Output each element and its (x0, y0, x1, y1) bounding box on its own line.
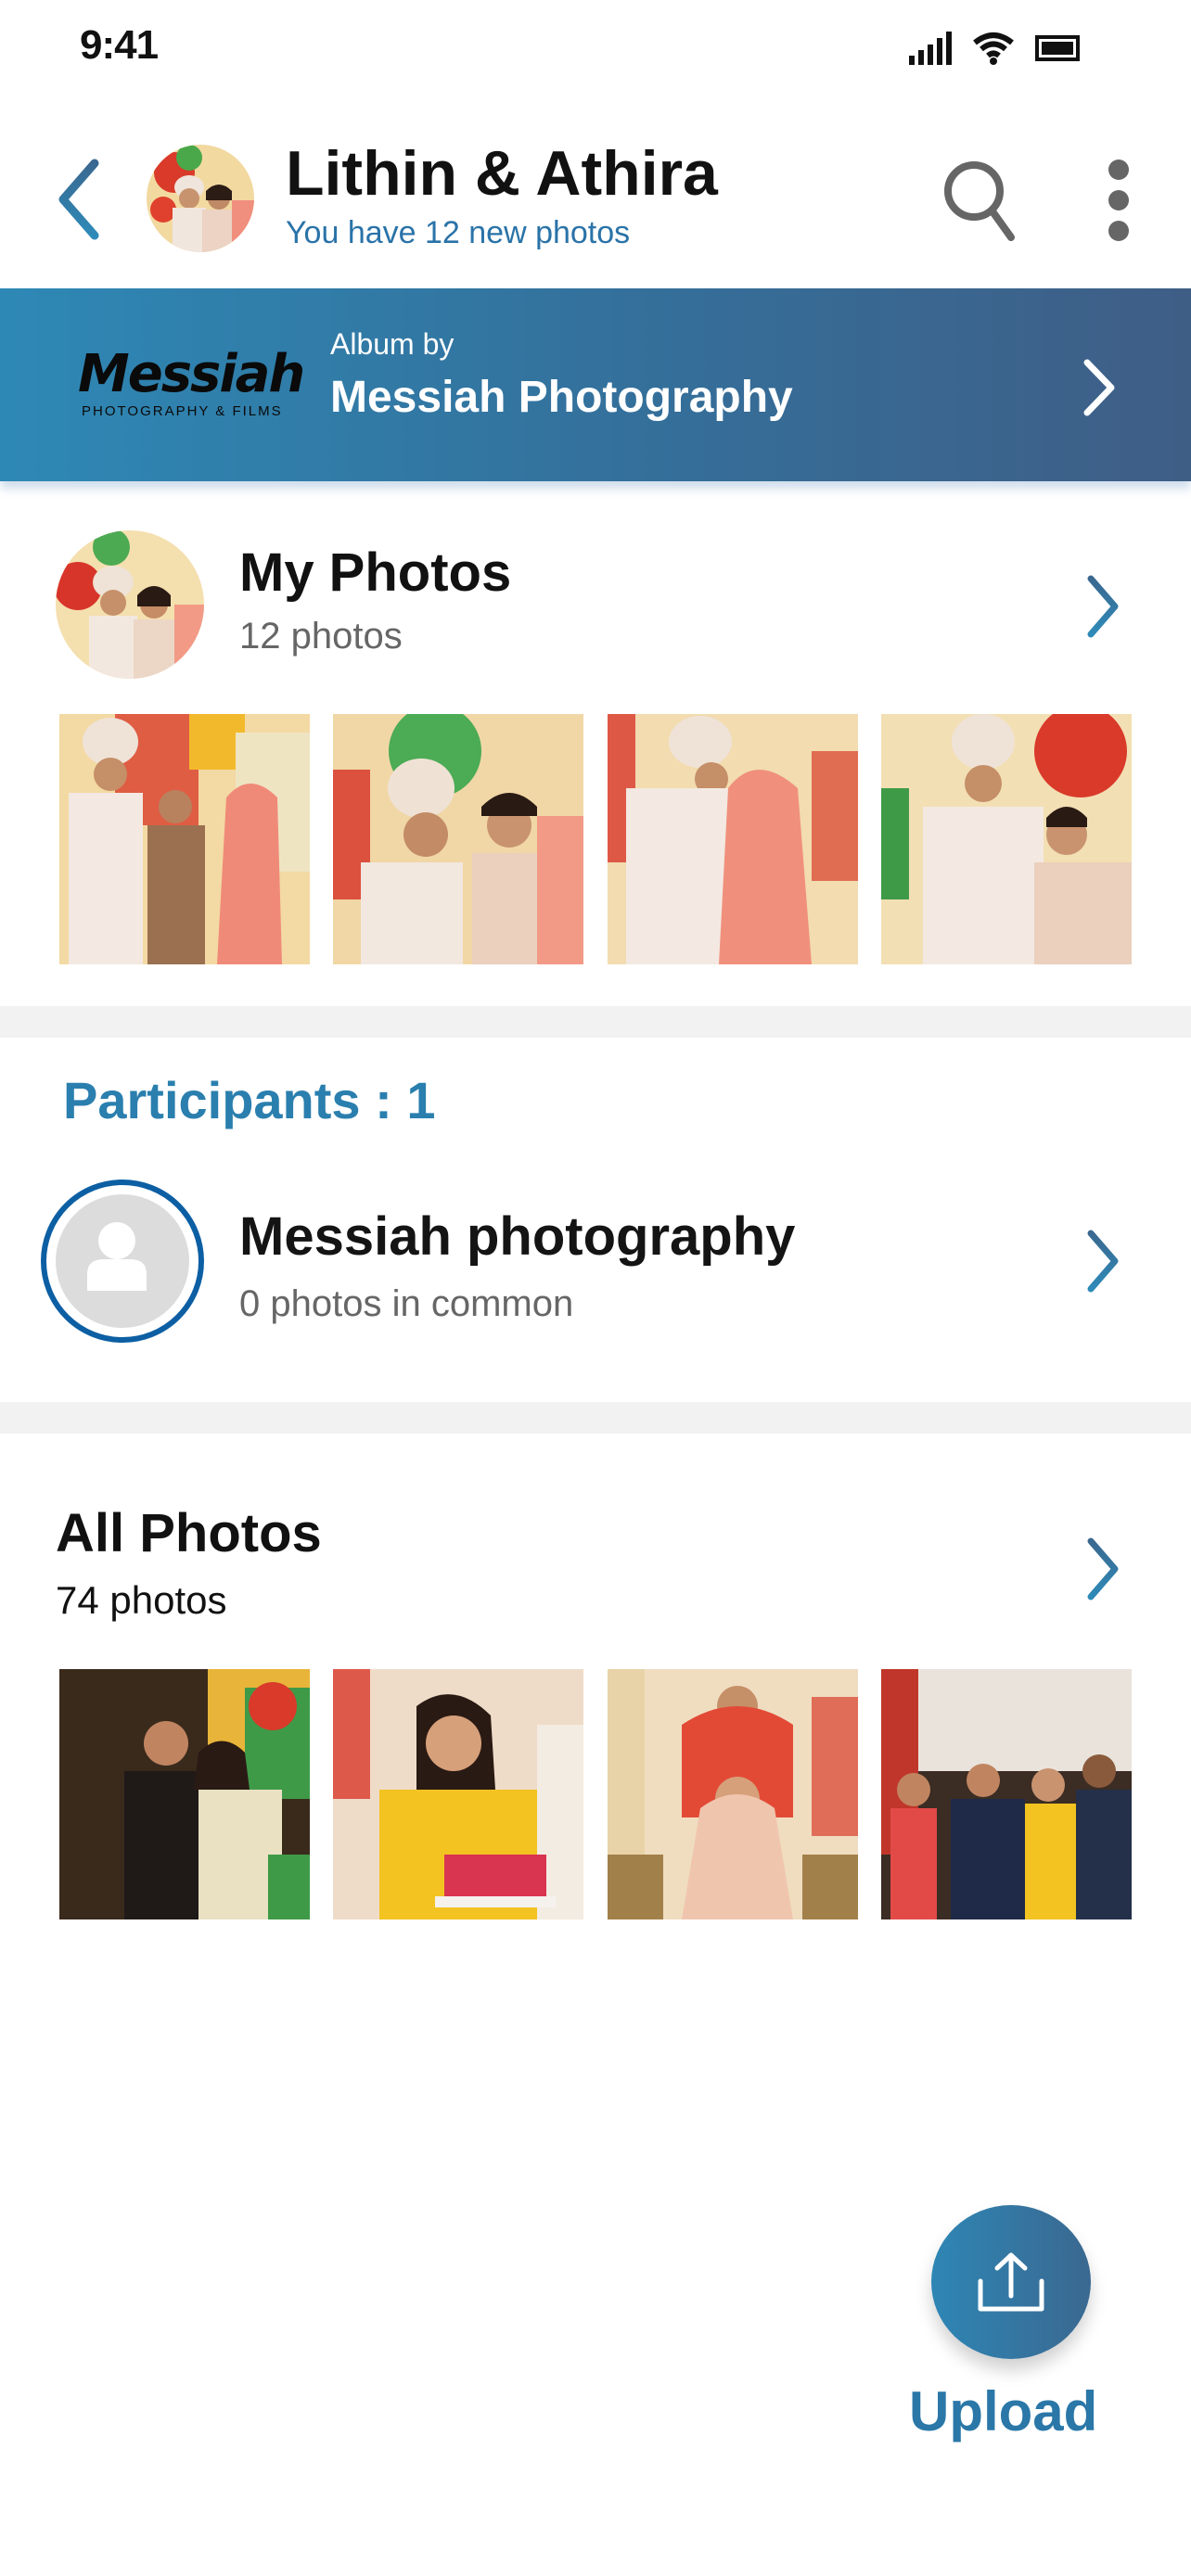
photo-thumbnail[interactable] (59, 714, 310, 964)
upload-icon (978, 2252, 1044, 2312)
more-vertical-icon-dot (1108, 190, 1129, 210)
user-placeholder-icon (87, 1222, 147, 1291)
chevron-left-icon (58, 159, 99, 240)
photo-thumbnail[interactable] (607, 714, 858, 964)
album-by-label: Album by (330, 327, 455, 361)
more-vertical-icon-dot (1108, 159, 1129, 180)
photo-thumbnail[interactable] (59, 1669, 310, 1919)
wedding-photo (880, 714, 1132, 964)
photo-thumbnail[interactable] (607, 1669, 858, 1919)
chevron-right-icon (1087, 1230, 1119, 1293)
my-photos-header[interactable]: My Photos 12 photos (0, 519, 1191, 686)
all-photos-header[interactable]: All Photos 74 photos (0, 1493, 1191, 1632)
my-photos-avatar (56, 530, 204, 679)
album-by-banner[interactable]: Messiah PHOTOGRAPHY & FILMS Album by Mes… (0, 288, 1191, 481)
all-photos-title: All Photos (56, 1503, 322, 1563)
my-photos-grid (59, 714, 1132, 964)
my-photos-count: 12 photos (239, 616, 403, 657)
album-photographer-name: Messiah Photography (330, 373, 793, 422)
chevron-right-icon (1087, 575, 1119, 638)
back-button[interactable] (46, 148, 111, 250)
all-photos-grid (59, 1669, 1132, 1919)
upload-label[interactable]: Upload (909, 2379, 1097, 2443)
wifi-icon (973, 32, 1014, 65)
section-divider (0, 1402, 1191, 1434)
new-photos-notice: You have 12 new photos (286, 215, 631, 250)
status-time: 9:41 (80, 22, 159, 68)
wedding-photo (333, 714, 584, 964)
album-avatar[interactable] (147, 145, 254, 252)
search-icon (944, 161, 1015, 241)
photographer-logo: Messiah (78, 344, 305, 404)
photographer-logo-subtext: PHOTOGRAPHY & FILMS (82, 403, 283, 419)
guest-photo (880, 1669, 1132, 1919)
photo-thumbnail[interactable] (880, 1669, 1132, 1919)
chevron-right-icon (1083, 359, 1115, 416)
guest-photo (59, 1669, 310, 1919)
participant-name: Messiah photography (239, 1206, 796, 1267)
all-photos-count: 74 photos (56, 1578, 227, 1622)
guest-photo (607, 1669, 858, 1919)
participant-avatar (41, 1180, 204, 1343)
page-title: Lithin & Athira (286, 138, 718, 209)
couple-photo (147, 145, 254, 252)
my-photos-title: My Photos (239, 542, 512, 603)
participants-title: Participants : 1 (63, 1071, 436, 1129)
status-bar: 9:41 (0, 0, 1191, 93)
photo-thumbnail[interactable] (880, 714, 1132, 964)
chevron-right-icon (1087, 1537, 1119, 1600)
battery-icon (1035, 35, 1080, 61)
section-divider (0, 1006, 1191, 1038)
more-options-button[interactable] (1093, 154, 1145, 247)
guest-photo (333, 1669, 584, 1919)
couple-photo (56, 530, 204, 679)
search-button[interactable] (937, 154, 1030, 247)
header: Lithin & Athira You have 12 new photos (0, 130, 1191, 287)
upload-button[interactable] (931, 2205, 1091, 2359)
participant-common-count: 0 photos in common (239, 1283, 574, 1324)
participant-item[interactable]: Messiah photography 0 photos in common (0, 1168, 1191, 1345)
status-icons (909, 28, 1080, 65)
wedding-photo (59, 714, 310, 964)
more-vertical-icon-dot (1108, 221, 1129, 241)
wedding-photo (607, 714, 858, 964)
cellular-signal-icon (909, 32, 952, 65)
photo-thumbnail[interactable] (333, 714, 584, 964)
photo-thumbnail[interactable] (333, 1669, 584, 1919)
